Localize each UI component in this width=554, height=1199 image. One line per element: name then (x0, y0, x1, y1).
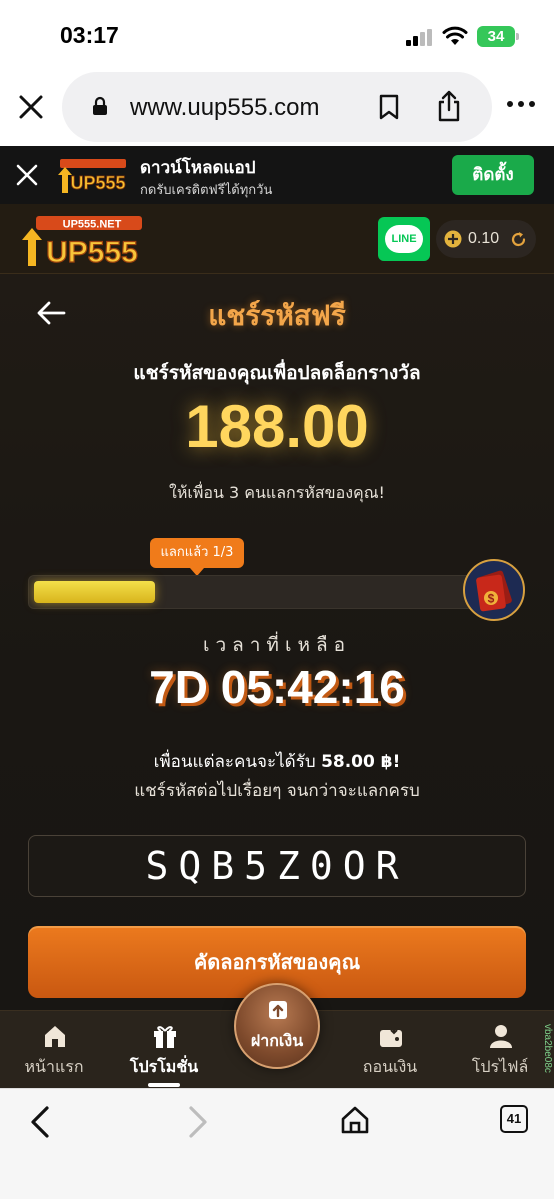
forward-icon[interactable] (186, 1105, 210, 1139)
coin-icon (444, 230, 462, 248)
progress-fill (34, 581, 155, 603)
browser-toolbar: www.uup555.com (0, 70, 554, 146)
info-amount: 58.00 ฿! (321, 752, 401, 772)
banner-logo: UP555 (58, 159, 126, 193)
page-subtitle: แชร์รหัสของคุณเพื่อปลดล็อกรางวัล (133, 362, 421, 384)
signal-icon (406, 29, 434, 46)
svg-text:UP555: UP555 (46, 236, 138, 268)
svg-text:$: $ (488, 592, 495, 606)
info-line-2: แชร์รหัสต่อไปเรื่อยๆ จนกว่าจะแลกครบ (134, 781, 420, 801)
bottom-nav: หน้าแรก โปรโมชั่น ฝากเงิน ถอนเงิน โปรไฟล… (0, 983, 554, 1089)
banner-subtitle: กดรับเครดิตฟรีได้ทุกวัน (140, 183, 273, 198)
app-download-banner: UP555 ดาวน์โหลดแอป กดรับเครดิตฟรีได้ทุกว… (0, 146, 554, 204)
balance-display: 0.10 (436, 220, 536, 258)
close-icon[interactable] (18, 94, 44, 120)
deposit-icon (269, 1001, 287, 1019)
tab-profile[interactable]: โปรไฟล์ (450, 1011, 550, 1089)
svg-text:UP555: UP555 (70, 173, 125, 193)
active-tab-indicator (148, 1083, 180, 1087)
share-icon[interactable] (436, 90, 462, 122)
wifi-icon (442, 26, 468, 45)
countdown-timer: 7D 05:42:16 (149, 661, 405, 713)
svg-text:UP555.NET: UP555.NET (63, 219, 122, 231)
deposit-label: ฝากเงิน (250, 1031, 304, 1050)
share-code-page: แชร์รหัสฟรี แชร์รหัสของคุณเพื่อปลดล็อกรา… (0, 274, 554, 1010)
wallet-icon (380, 1025, 402, 1047)
balance-value: 0.10 (468, 230, 500, 247)
battery-icon: 34 (477, 26, 519, 47)
lock-icon (93, 96, 107, 115)
tab-withdraw[interactable]: ถอนเงิน (340, 1011, 440, 1089)
line-button[interactable]: LINE (378, 217, 430, 261)
browser-home-icon[interactable] (340, 1105, 370, 1135)
tab-promotions[interactable]: โปรโมชั่น (114, 1011, 214, 1089)
site-logo[interactable]: UP555.NET UP555 (22, 212, 148, 268)
progress-bar (28, 575, 482, 609)
refresh-icon[interactable] (510, 231, 527, 248)
tab-label: หน้าแรก (24, 1057, 84, 1076)
install-button[interactable]: ติดตั้ง (452, 155, 534, 195)
red-envelope-icon: $ (463, 559, 525, 621)
browser-bottom-bar: 41 (0, 1088, 554, 1199)
side-code-badge: vba2be08c (542, 1024, 553, 1073)
status-time: 03:17 (60, 22, 119, 48)
invite-text: ให้เพื่อน 3 คนแลกรหัสของคุณ! (169, 483, 385, 502)
tab-label: โปรไฟล์ (471, 1057, 529, 1076)
tab-home[interactable]: หน้าแรก (4, 1011, 104, 1089)
banner-title: ดาวน์โหลดแอป (140, 158, 256, 178)
page-title: แชร์รหัสฟรี (208, 299, 346, 332)
deposit-button[interactable]: ฝากเงิน (234, 983, 320, 1069)
info-line-1: เพื่อนแต่ละคนจะได้รับ 58.00 ฿! (0, 748, 554, 775)
profile-icon (490, 1025, 512, 1048)
progress-tooltip: แลกแล้ว 1/3 (150, 538, 244, 576)
line-label: LINE (385, 225, 423, 253)
share-code-field[interactable]: SQB5Z0OR (28, 835, 526, 897)
reward-amount: 188.00 (185, 393, 369, 460)
gift-icon (154, 1026, 176, 1048)
tab-label: โปรโมชั่น (129, 1057, 199, 1076)
status-bar: 03:17 34 (0, 0, 554, 70)
bookmark-icon[interactable] (378, 94, 400, 120)
url-text: www.uup555.com (130, 94, 320, 121)
banner-close-icon[interactable] (16, 164, 38, 186)
address-bar[interactable]: www.uup555.com (62, 72, 492, 142)
home-icon (45, 1026, 65, 1047)
tabs-button[interactable]: 41 (500, 1105, 528, 1133)
tab-label: ถอนเงิน (362, 1057, 418, 1076)
back-icon[interactable] (28, 1105, 52, 1139)
more-icon[interactable] (506, 100, 536, 108)
info-prefix: เพื่อนแต่ละคนจะได้รับ (153, 752, 316, 772)
time-remaining-label: เวลาที่เหลือ (202, 634, 352, 656)
site-header: UP555.NET UP555 LINE 0.10 (0, 204, 554, 274)
